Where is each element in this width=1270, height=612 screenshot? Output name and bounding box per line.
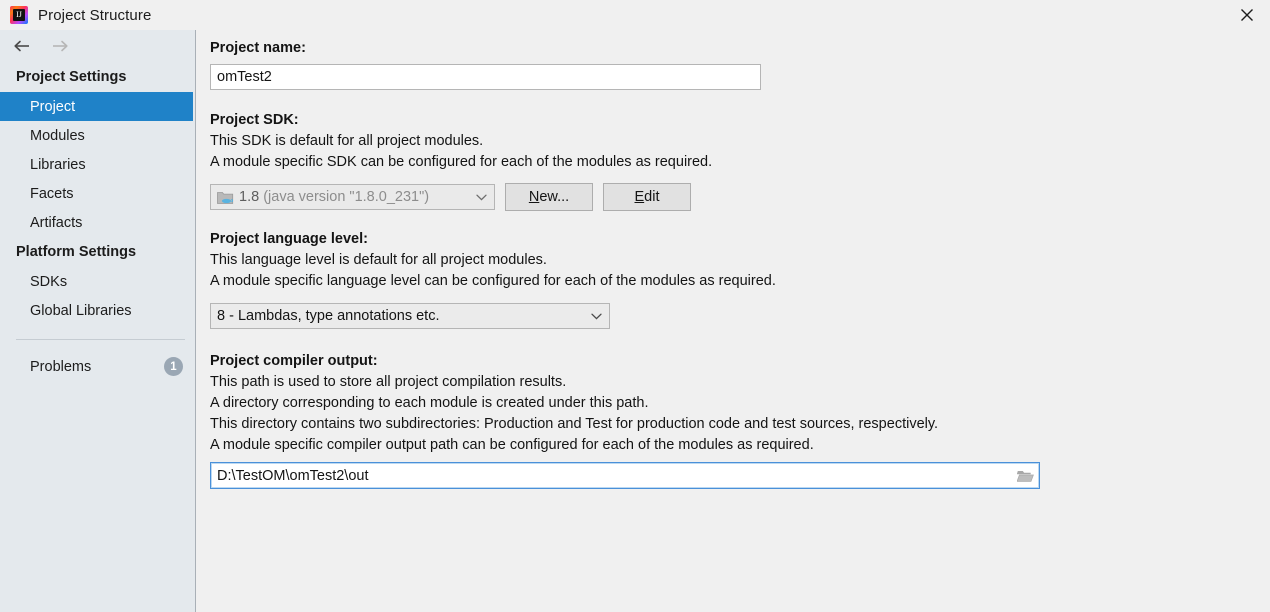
sidebar-item-global-libraries[interactable]: Global Libraries (0, 296, 195, 325)
sidebar-item-label: Artifacts (30, 214, 83, 231)
project-name-input[interactable]: omTest2 (210, 64, 761, 90)
problems-count-badge: 1 (164, 357, 183, 376)
sidebar-nav-bar (0, 30, 195, 62)
project-settings-panel: Project name: omTest2 Project SDK: This … (197, 30, 1270, 612)
project-sdk-desc-1: This SDK is default for all project modu… (210, 133, 484, 149)
project-name-label: Project name: (210, 40, 306, 56)
sidebar-item-libraries[interactable]: Libraries (0, 150, 195, 179)
project-name-section: Project name: omTest2 (210, 38, 1270, 90)
folder-browse-icon[interactable] (1015, 467, 1035, 485)
settings-sidebar: Project Settings Project Modules Librari… (0, 30, 196, 612)
new-button-rest: ew... (539, 189, 570, 205)
project-sdk-label: Project SDK: (210, 112, 299, 128)
sidebar-item-modules[interactable]: Modules (0, 121, 195, 150)
sidebar-item-project[interactable]: Project (0, 92, 193, 121)
project-sdk-combobox[interactable]: 1.8 (java version "1.8.0_231") (210, 184, 495, 210)
language-level-desc-2: A module specific language level can be … (210, 273, 776, 289)
compiler-output-desc-4: A module specific compiler output path c… (210, 437, 814, 453)
window-title: Project Structure (38, 6, 152, 24)
arrow-right-icon (50, 36, 70, 56)
sidebar-item-label: Libraries (30, 156, 86, 173)
sidebar-item-sdks[interactable]: SDKs (0, 267, 195, 296)
project-sdk-controls-row: 1.8 (java version "1.8.0_231") New... Ed… (210, 183, 1270, 211)
language-level-value: 8 - Lambdas, type annotations etc. (217, 308, 440, 324)
edit-sdk-button[interactable]: Edit (603, 183, 691, 211)
project-name-value: omTest2 (217, 69, 272, 85)
language-level-combobox[interactable]: 8 - Lambdas, type annotations etc. (210, 303, 610, 329)
compiler-output-desc-3: This directory contains two subdirectori… (210, 416, 939, 432)
title-bar: IJ Project Structure (0, 0, 1270, 30)
project-sdk-detail: (java version "1.8.0_231") (263, 189, 430, 205)
sidebar-item-label: SDKs (30, 273, 68, 290)
edit-button-mnemonic: E (634, 189, 645, 205)
language-level-section: Project language level: This language le… (210, 229, 1270, 329)
sidebar-item-label: Global Libraries (30, 302, 132, 319)
compiler-output-desc-1: This path is used to store all project c… (210, 374, 567, 390)
java-sdk-icon (217, 190, 234, 205)
language-level-label: Project language level: (210, 231, 368, 247)
project-sdk-value: 1.8 (java version "1.8.0_231") (239, 189, 472, 205)
project-structure-dialog: IJ Project Structure Project Settings Pr… (0, 0, 1270, 612)
compiler-output-path-value: D:\TestOM\omTest2\out (217, 467, 369, 484)
sidebar-divider (16, 339, 185, 340)
sidebar-item-label: Problems (30, 358, 92, 375)
new-sdk-button[interactable]: New... (505, 183, 593, 211)
intellij-idea-logo-icon: IJ (10, 6, 28, 24)
compiler-output-label: Project compiler output: (210, 353, 378, 369)
sidebar-item-facets[interactable]: Facets (0, 179, 195, 208)
project-sdk-desc-2: A module specific SDK can be configured … (210, 154, 713, 170)
language-level-desc-1: This language level is default for all p… (210, 252, 547, 268)
sidebar-item-label: Project (30, 98, 76, 115)
project-sdk-version: 1.8 (239, 189, 260, 205)
chevron-down-icon (472, 194, 490, 201)
compiler-output-desc-2: A directory corresponding to each module… (210, 395, 649, 411)
close-icon[interactable] (1224, 0, 1270, 30)
sidebar-group-platform-settings: Platform Settings (16, 244, 137, 260)
edit-button-rest: dit (644, 189, 660, 205)
sidebar-item-label: Modules (30, 127, 85, 144)
sidebar-item-artifacts[interactable]: Artifacts (0, 208, 195, 237)
project-sdk-section: Project SDK: This SDK is default for all… (210, 110, 1270, 211)
sidebar-item-problems[interactable]: Problems 1 (0, 352, 195, 381)
arrow-left-icon[interactable] (12, 36, 32, 56)
compiler-output-path-input[interactable]: D:\TestOM\omTest2\out (210, 462, 1040, 489)
new-button-mnemonic: N (528, 189, 540, 205)
chevron-down-icon (587, 313, 605, 320)
compiler-output-section: Project compiler output: This path is us… (210, 351, 1270, 489)
sidebar-group-project-settings: Project Settings (16, 69, 127, 85)
sidebar-item-label: Facets (30, 185, 74, 202)
